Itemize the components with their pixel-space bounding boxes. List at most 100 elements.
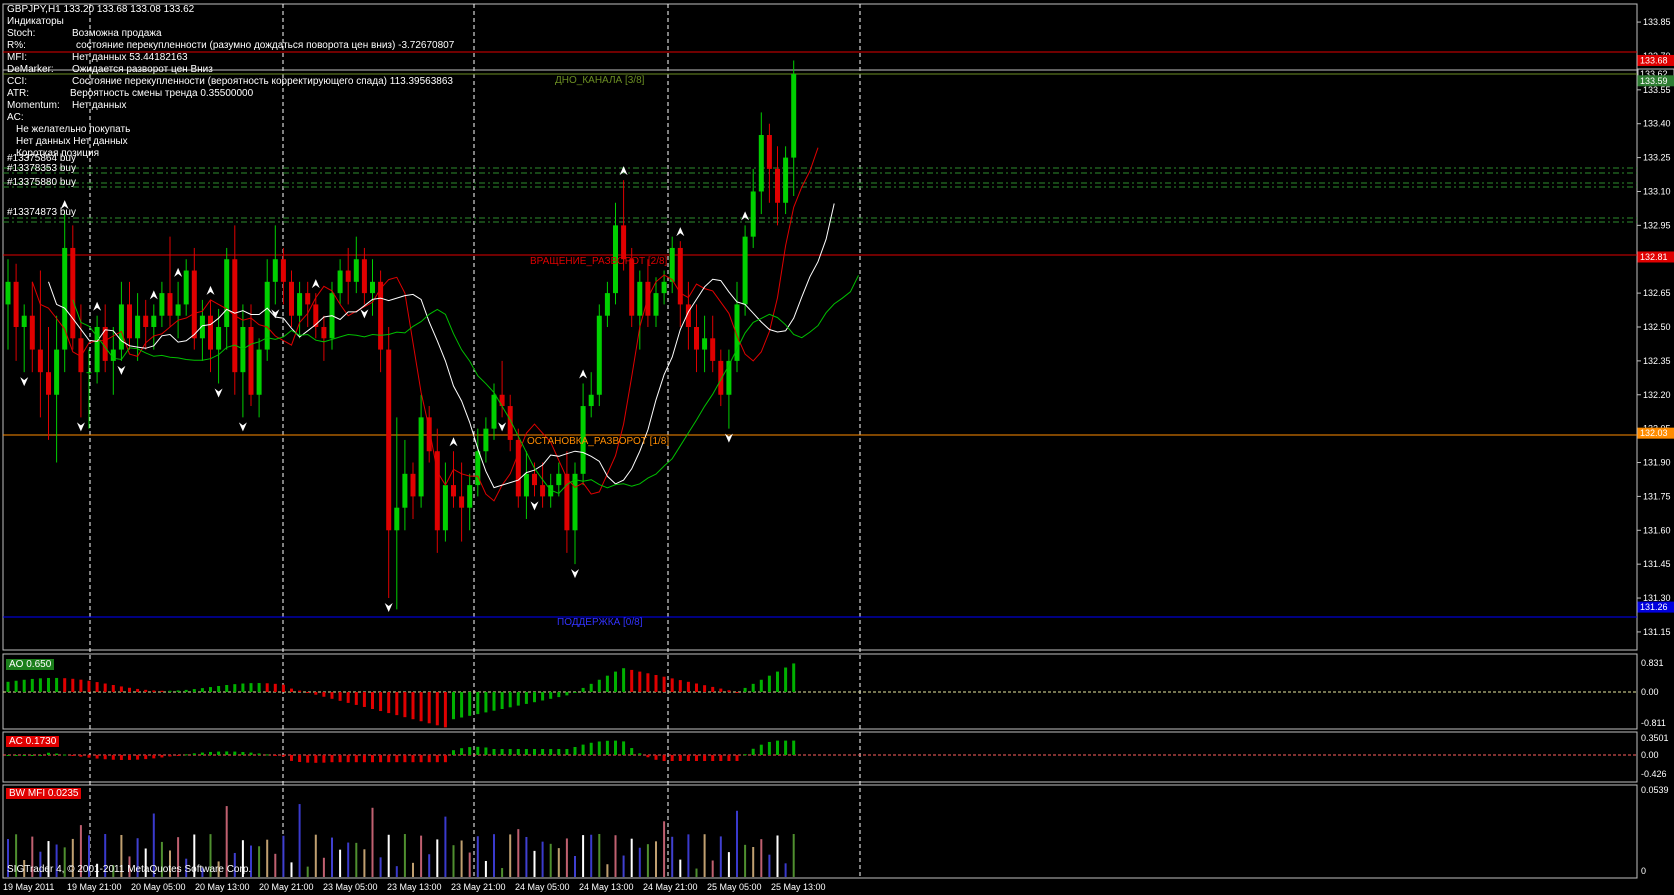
ac-bar (298, 755, 302, 763)
candle (224, 247, 230, 350)
mfi-bar (509, 834, 512, 877)
mfi-bar (444, 816, 447, 877)
candle (402, 439, 408, 531)
candle (143, 299, 149, 350)
candle-body (313, 304, 319, 327)
ao-bar (605, 675, 609, 692)
candle-body (604, 293, 610, 316)
time-tick-label: 20 May 21:00 (259, 882, 314, 892)
price-tag-label: 131.26 (1640, 602, 1668, 612)
candle-body (167, 293, 173, 316)
ao-bar (200, 688, 204, 692)
ac-bar (670, 755, 674, 761)
mfi-bar (517, 829, 520, 877)
fractal-up-arrow (449, 437, 458, 447)
order-label[interactable]: #13374873 buy (7, 207, 76, 219)
candle-body (621, 225, 627, 260)
candle-body (394, 507, 400, 531)
ao-bar (686, 681, 690, 692)
ao-bar (176, 690, 180, 692)
candle (386, 327, 392, 599)
ao-bar (784, 667, 788, 692)
candle-body (629, 259, 635, 316)
ao-bar (192, 689, 196, 692)
ao-bar (47, 677, 50, 692)
candle-body (135, 315, 141, 339)
candle-body (491, 394, 497, 429)
candle (94, 315, 100, 384)
ac-bar (249, 752, 253, 755)
ao-bar (743, 687, 747, 692)
time-tick-label: 24 May 13:00 (579, 882, 634, 892)
ao-bar (435, 692, 439, 726)
ao-bar (144, 689, 148, 692)
ac-bar (443, 755, 447, 763)
indicator-name: DeMarker: (7, 64, 54, 75)
ac-bar (387, 755, 391, 763)
candle-body (224, 259, 230, 327)
candle (451, 451, 456, 508)
mfi-bar (622, 855, 625, 877)
mfi-bar (776, 835, 779, 877)
candle (677, 241, 683, 327)
price-tag-label: 133.59 (1640, 76, 1668, 86)
candle (523, 451, 529, 519)
indicator-value: Ожидается разворот цен Вниз (72, 64, 213, 75)
ao-bar (711, 686, 715, 692)
ac-bar (168, 755, 172, 757)
candle-body (29, 315, 35, 350)
time-tick-label: 19 May 2011 (3, 882, 54, 892)
ao-bar (322, 692, 326, 697)
ac-bar (792, 740, 796, 755)
ao-bar (427, 692, 431, 724)
ao-scale-label: 0.831 (1641, 658, 1664, 668)
ao-bar (614, 671, 617, 692)
ao-bar (767, 675, 771, 692)
mfi-label: BW MFI 0.0235 (6, 788, 82, 799)
ac-bar (209, 751, 212, 755)
mfi-bar (703, 834, 706, 877)
ao-bar (476, 692, 480, 715)
trading-chart[interactable]: 133.85133.70133.55133.40133.25133.10132.… (0, 0, 1674, 895)
ao-bar (160, 690, 164, 692)
fractal-up-arrow (206, 285, 215, 295)
ac-bar (346, 755, 350, 763)
candle (127, 281, 132, 350)
ac-bar (314, 755, 318, 763)
fractal-up-arrow (93, 301, 102, 311)
ac-bar (427, 755, 431, 763)
mfi-bar (387, 834, 390, 877)
ao-bar (751, 683, 755, 692)
ao-bar (670, 678, 674, 692)
signal-note: Нет данных Нет данных (16, 136, 128, 147)
candle-body (750, 191, 756, 237)
ac-bar (241, 751, 245, 755)
signal-note: Не желательно покупать (16, 124, 131, 135)
ac-bar (784, 740, 788, 755)
ma-white-line (48, 203, 835, 489)
ao-bar (792, 663, 796, 692)
ao-bar (14, 680, 18, 692)
candle (758, 112, 764, 215)
fractal-down-arrow (214, 388, 223, 398)
candle-body (54, 349, 60, 395)
level-label-stop: ОСТАНОВКА_РАЗВОРОТ [1/8] (527, 436, 670, 447)
candle (297, 281, 303, 339)
mfi-bar (298, 804, 301, 877)
candle-body (183, 270, 189, 305)
mfi-bar (687, 834, 690, 877)
fractal-down-arrow (238, 422, 247, 432)
candle-body (70, 247, 76, 339)
ao-scale-label: -0.811 (1641, 718, 1666, 728)
indicators-title: Индикаторы (7, 16, 64, 27)
mfi-bar (355, 842, 358, 877)
candle-body (783, 157, 789, 203)
ao-bar (379, 692, 383, 712)
order-label[interactable]: #13378353 buy (7, 163, 76, 175)
candle-body (402, 473, 408, 508)
ao-bar (38, 678, 42, 692)
ac-bar (71, 755, 75, 756)
candle (442, 462, 448, 542)
mfi-bar (768, 854, 771, 877)
order-label[interactable]: #13375880 buy (7, 177, 76, 189)
